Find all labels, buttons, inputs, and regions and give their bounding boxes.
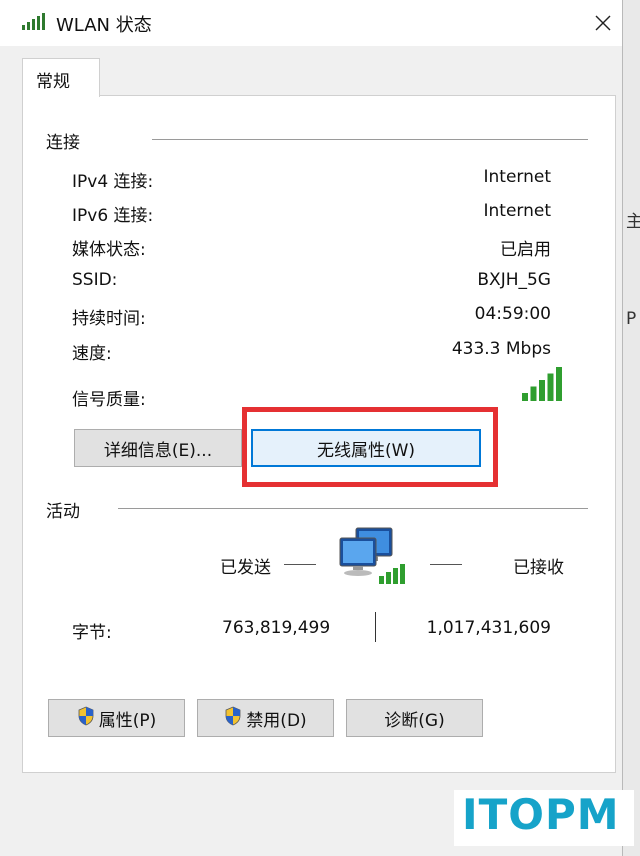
received-dash xyxy=(430,564,462,565)
wlan-status-dialog: WLAN 状态 常规 连接 IPv4 连接: Internet IPv6 连接:… xyxy=(0,0,623,856)
media-state-label: 媒体状态: xyxy=(72,240,146,260)
sent-label: 已发送 xyxy=(220,558,271,578)
bytes-sent-value: 763,819,499 xyxy=(222,618,331,638)
sent-dash xyxy=(284,564,316,565)
received-label: 已接收 xyxy=(513,558,564,578)
close-button[interactable] xyxy=(584,4,622,42)
signal-strength-icon xyxy=(520,365,564,405)
properties-button-label: 属性(P) xyxy=(98,710,157,731)
signal-bar xyxy=(539,380,545,401)
title-bar: WLAN 状态 xyxy=(0,0,622,46)
tab-general[interactable]: 常规 xyxy=(22,58,100,97)
tab-general-label: 常规 xyxy=(36,72,70,92)
connection-divider xyxy=(152,139,588,140)
speed-label: 速度: xyxy=(72,344,112,364)
watermark-text: ITOPM xyxy=(462,790,620,839)
disable-button[interactable]: 禁用(D) xyxy=(197,699,334,737)
diagnose-button[interactable]: 诊断(G) xyxy=(346,699,483,737)
bytes-separator xyxy=(375,612,376,642)
ipv6-label: IPv6 连接: xyxy=(72,206,154,226)
ipv4-value: Internet xyxy=(483,167,551,187)
details-button[interactable]: 详细信息(E)... xyxy=(74,429,242,467)
media-state-value: 已启用 xyxy=(500,240,551,260)
uac-shield-icon xyxy=(77,706,95,731)
ssid-label: SSID: xyxy=(72,270,118,290)
highlight-annotation xyxy=(242,407,498,487)
duration-value: 04:59:00 xyxy=(474,304,551,324)
activity-divider xyxy=(118,508,588,509)
ssid-value: BXJH_5G xyxy=(477,270,551,290)
bytes-received-value: 1,017,431,609 xyxy=(426,618,551,638)
signal-bar xyxy=(522,393,528,401)
signal-bar xyxy=(547,373,554,401)
disable-button-label: 禁用(D) xyxy=(246,710,307,731)
ipv6-value: Internet xyxy=(483,201,551,221)
duration-label: 持续时间: xyxy=(72,309,146,329)
network-computers-icon xyxy=(334,526,412,596)
background-window-fragment: 主 xyxy=(626,212,640,232)
signal-quality-label: 信号质量: xyxy=(72,390,146,410)
watermark: ITOPM xyxy=(454,790,634,846)
close-icon xyxy=(595,15,611,31)
background-window-fragment: P xyxy=(626,309,637,329)
bytes-label: 字节: xyxy=(72,623,112,643)
properties-button[interactable]: 属性(P) xyxy=(48,699,185,737)
window-title: WLAN 状态 xyxy=(56,15,152,36)
speed-value: 433.3 Mbps xyxy=(451,339,551,359)
signal-bar xyxy=(530,386,537,401)
uac-shield-icon xyxy=(224,706,242,731)
connection-section-title: 连接 xyxy=(46,133,80,153)
signal-bar xyxy=(556,367,562,401)
activity-section-title: 活动 xyxy=(46,502,80,522)
wifi-signal-icon xyxy=(22,12,46,34)
ipv4-label: IPv4 连接: xyxy=(72,172,154,192)
